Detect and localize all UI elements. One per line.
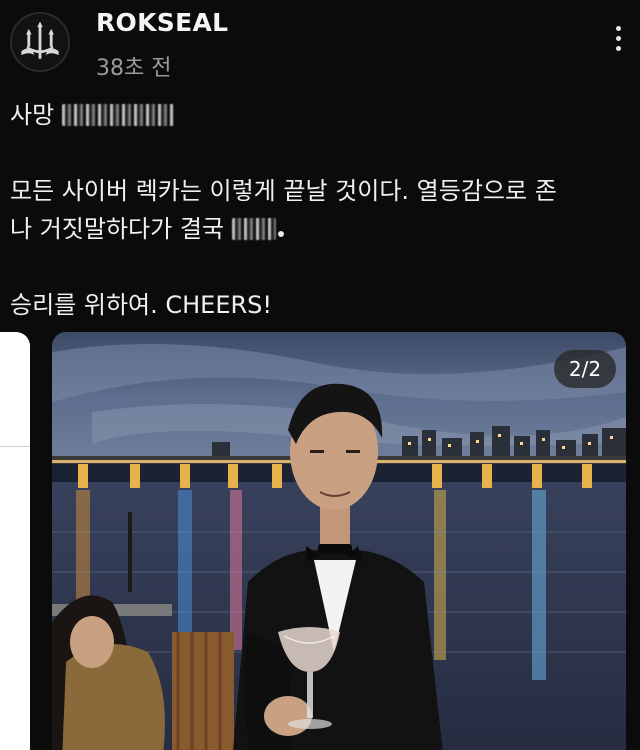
redacted-word — [231, 218, 276, 240]
previous-image-card[interactable] — [0, 332, 30, 750]
photo-scene — [52, 332, 626, 750]
post-text: 사망 모든 사이버 렉카는 이렇게 끝날 것이다. 열등감으로 존 나 거짓말하… — [10, 96, 625, 324]
trident-logo-icon — [12, 14, 68, 70]
card-divider — [0, 446, 30, 447]
author-name[interactable]: ROKSEAL — [96, 8, 228, 37]
post-line-2-text: 모든 사이버 렉카는 이렇게 끝날 것이다. 열등감으로 존 — [10, 177, 557, 205]
post-line-1: 사망 — [10, 96, 625, 134]
post-timestamp: 38초 전 — [96, 56, 172, 81]
more-options-icon[interactable] — [608, 26, 628, 62]
post-photo[interactable]: 2/2 — [52, 332, 626, 750]
image-carousel[interactable]: 2/2 — [0, 328, 640, 750]
post-line-1-text: 사망 — [10, 101, 55, 129]
period-dot — [277, 231, 284, 237]
post-line-3-text: 나 거짓말하다가 결국 — [10, 215, 224, 243]
post-line-4: 승리를 위하여. CHEERS! — [10, 291, 273, 319]
avatar[interactable] — [10, 12, 70, 72]
page-indicator: 2/2 — [554, 350, 616, 388]
post-header: ROKSEAL 38초 전 — [0, 0, 640, 92]
redacted-name — [61, 104, 174, 126]
post-line-2: 모든 사이버 렉카는 이렇게 끝날 것이다. 열등감으로 존 나 거짓말하다가 … — [10, 172, 625, 248]
